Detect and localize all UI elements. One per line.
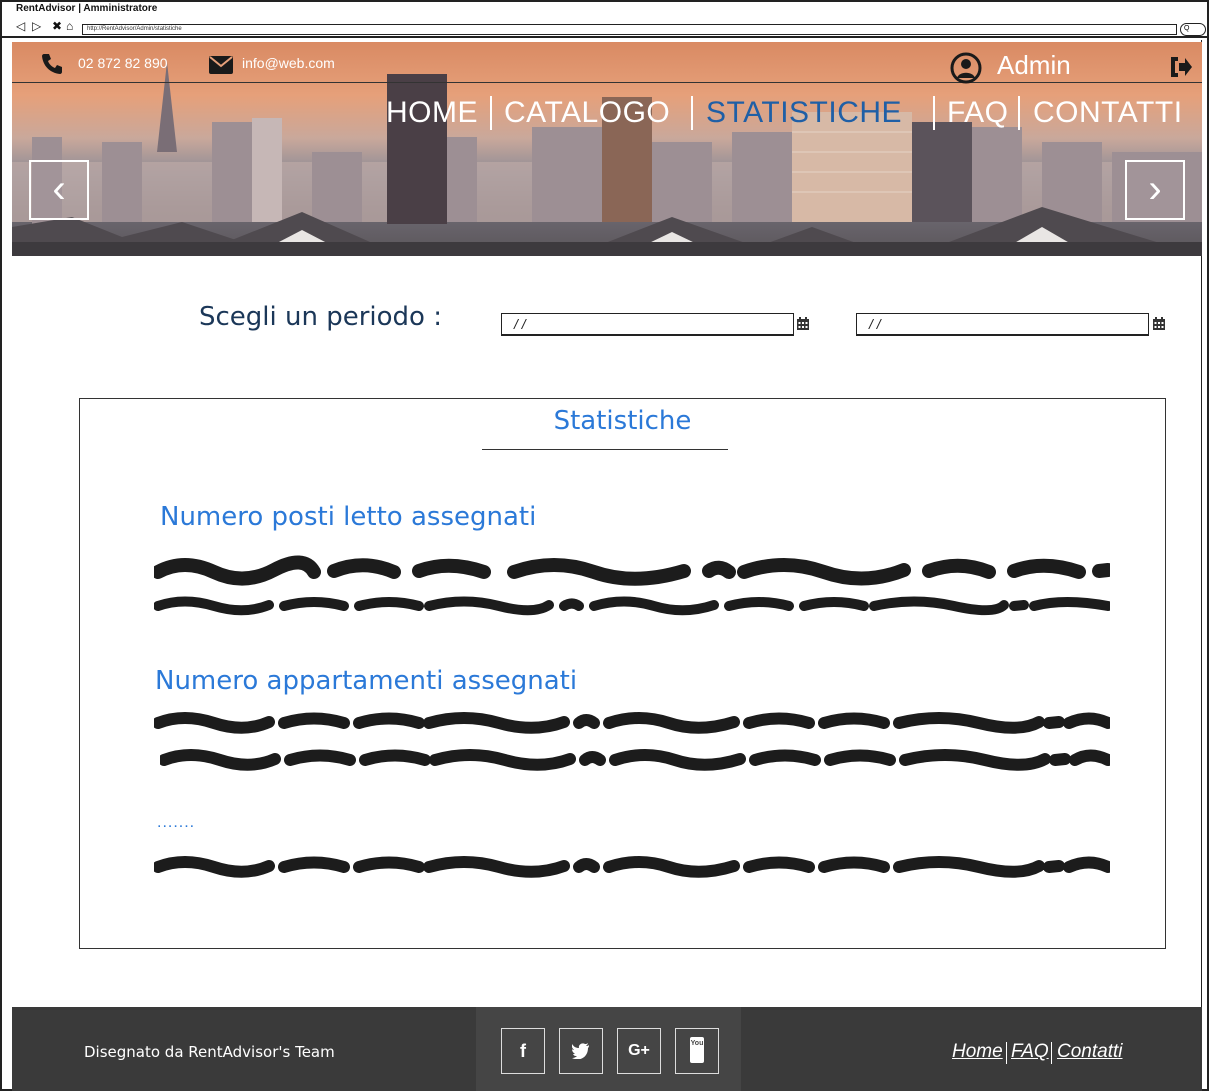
- placeholder-text-scribble: [154, 712, 1110, 734]
- nav-catalogo[interactable]: CATALOGO: [504, 94, 670, 132]
- google-plus-icon[interactable]: G+: [617, 1028, 661, 1074]
- stop-icon[interactable]: ✖: [52, 19, 62, 33]
- placeholder-text-scribble: [154, 596, 1110, 616]
- facebook-icon[interactable]: f: [501, 1028, 545, 1074]
- placeholder-text-scribble: [160, 749, 1110, 771]
- phone-number: 02 872 82 890: [78, 55, 168, 71]
- hero-banner: 02 872 82 890 info@web.com Admin HOME CA…: [12, 42, 1202, 256]
- statistics-title: Statistiche: [553, 406, 692, 436]
- browser-toolbar: ◁ ▷ ✖ ⌂ http://RentAdvisor/Admin/statist…: [2, 16, 1207, 38]
- nav-separator: [933, 96, 935, 130]
- nav-separator: [691, 96, 693, 130]
- footer-link-separator: [1006, 1042, 1007, 1064]
- window-title: RentAdvisor | Amministratore: [16, 3, 158, 14]
- calendar-icon[interactable]: [1153, 317, 1165, 330]
- header-divider: [12, 82, 1202, 83]
- placeholder-text-scribble: [154, 856, 1110, 878]
- address-bar[interactable]: http://RentAdvisor/Admin/statistiche: [82, 24, 1177, 35]
- section-title-apartments: Numero appartamenti assegnati: [155, 666, 578, 696]
- youtube-icon-label: You: [690, 1037, 704, 1063]
- date-to-input[interactable]: / /: [856, 313, 1149, 336]
- nav-contatti[interactable]: CONTATTI: [1033, 94, 1183, 132]
- twitter-icon[interactable]: [559, 1028, 603, 1074]
- footer-link-faq[interactable]: FAQ: [1011, 1040, 1049, 1064]
- footer-link-home[interactable]: Home: [952, 1040, 1003, 1064]
- nav-separator: [490, 96, 492, 130]
- placeholder-text-scribble: [154, 555, 1110, 586]
- carousel-next-button[interactable]: ›: [1125, 160, 1185, 220]
- footer-credit: Disegnato da RentAdvisor's Team: [84, 1043, 335, 1061]
- email-address: info@web.com: [242, 55, 335, 71]
- more-sections-ellipsis: .......: [157, 814, 196, 831]
- admin-user-label[interactable]: Admin: [997, 50, 1071, 80]
- browser-window: RentAdvisor | Amministratore ◁ ▷ ✖ ⌂ htt…: [0, 0, 1209, 1091]
- nav-faq[interactable]: FAQ: [947, 94, 1009, 132]
- carousel-prev-button[interactable]: ‹: [29, 160, 89, 220]
- section-title-beds: Numero posti letto assegnati: [160, 502, 537, 532]
- home-icon[interactable]: ⌂: [66, 19, 73, 33]
- browser-search-icon[interactable]: Q: [1180, 23, 1206, 36]
- footer-link-contatti[interactable]: Contatti: [1057, 1040, 1122, 1064]
- forward-icon[interactable]: ▷: [32, 19, 41, 33]
- calendar-icon[interactable]: [797, 317, 809, 330]
- date-from-input[interactable]: / /: [501, 313, 794, 336]
- back-icon[interactable]: ◁: [16, 19, 25, 33]
- nav-statistiche[interactable]: STATISTICHE: [706, 94, 902, 132]
- title-underline: [482, 449, 728, 450]
- nav-separator: [1018, 96, 1020, 130]
- youtube-icon[interactable]: You: [675, 1028, 719, 1074]
- period-label: Scegli un periodo :: [199, 302, 442, 332]
- nav-home[interactable]: HOME: [386, 94, 478, 132]
- footer-link-separator: [1051, 1042, 1052, 1064]
